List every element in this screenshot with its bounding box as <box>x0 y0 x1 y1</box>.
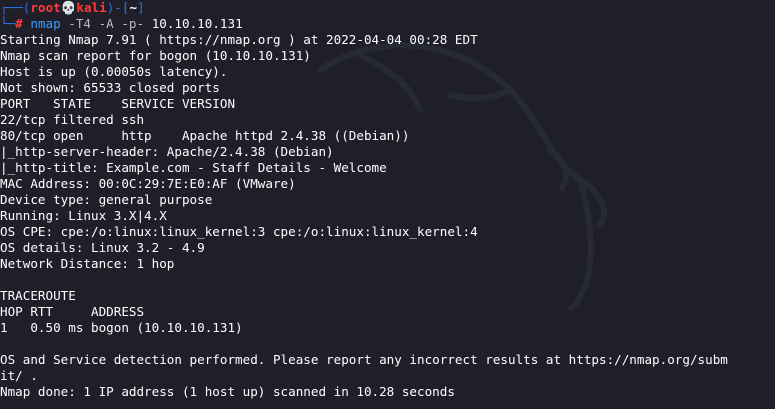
output-line: |_http-title: Example.com - Staff Detail… <box>0 160 387 175</box>
skull-icon: 💀 <box>60 0 77 15</box>
output-line: Not shown: 65533 closed ports <box>0 80 220 95</box>
output-line: OS and Service detection performed. Plea… <box>0 352 728 367</box>
output-line: OS CPE: cpe:/o:linux:linux_kernel:3 cpe:… <box>0 224 478 239</box>
prompt-frame-mid: )-[ <box>106 0 130 15</box>
output-line: it/ . <box>0 368 38 383</box>
command-line[interactable]: └─# nmap -T4 -A -p- 10.10.10.131 <box>0 16 728 32</box>
output-line: |_http-server-header: Apache/2.4.38 (Deb… <box>0 144 334 159</box>
output-line: Running: Linux 3.X|4.X <box>0 208 167 223</box>
prompt-host: kali <box>76 0 107 15</box>
output-line: Nmap scan report for bogon (10.10.10.131… <box>0 48 311 63</box>
prompt-frame-end: ] <box>137 0 145 15</box>
output-line: Nmap done: 1 IP address (1 host up) scan… <box>0 384 455 399</box>
prompt-hash: # <box>15 16 31 31</box>
prompt-user: root <box>30 0 61 15</box>
output-line: PORT STATE SERVICE VERSION <box>0 96 236 111</box>
output-line: HOP RTT ADDRESS <box>0 304 145 319</box>
output-line: Starting Nmap 7.91 ( https://nmap.org ) … <box>0 32 478 47</box>
command-program: nmap <box>30 16 61 31</box>
command-target: 10.10.10.131 <box>151 16 243 31</box>
output-line: Host is up (0.00050s latency). <box>0 64 228 79</box>
terminal-output: ┌──(root💀kali)-[~] └─# nmap -T4 -A -p- 1… <box>0 0 728 400</box>
output-line: Device type: general purpose <box>0 192 213 207</box>
output-line: 1 0.50 ms bogon (10.10.10.131) <box>0 320 243 335</box>
output-line: OS details: Linux 3.2 - 4.9 <box>0 240 205 255</box>
prompt-frame-top: ┌──( <box>0 0 31 15</box>
output-line: 22/tcp filtered ssh <box>0 112 145 127</box>
output-line: MAC Address: 00:0C:29:7E:E0:AF (VMware) <box>0 176 296 191</box>
prompt-frame-bottom: └─ <box>0 16 16 31</box>
command-flags: -T4 -A -p- <box>60 16 152 31</box>
output-line: TRACEROUTE <box>0 288 76 303</box>
output-line: 80/tcp open http Apache httpd 2.4.38 ((D… <box>0 128 410 143</box>
terminal-window[interactable]: ┌──(root💀kali)-[~] └─# nmap -T4 -A -p- 1… <box>0 0 775 409</box>
prompt-line: ┌──(root💀kali)-[~] <box>0 0 728 16</box>
prompt-path: ~ <box>129 0 138 15</box>
output-line: Network Distance: 1 hop <box>0 256 175 271</box>
